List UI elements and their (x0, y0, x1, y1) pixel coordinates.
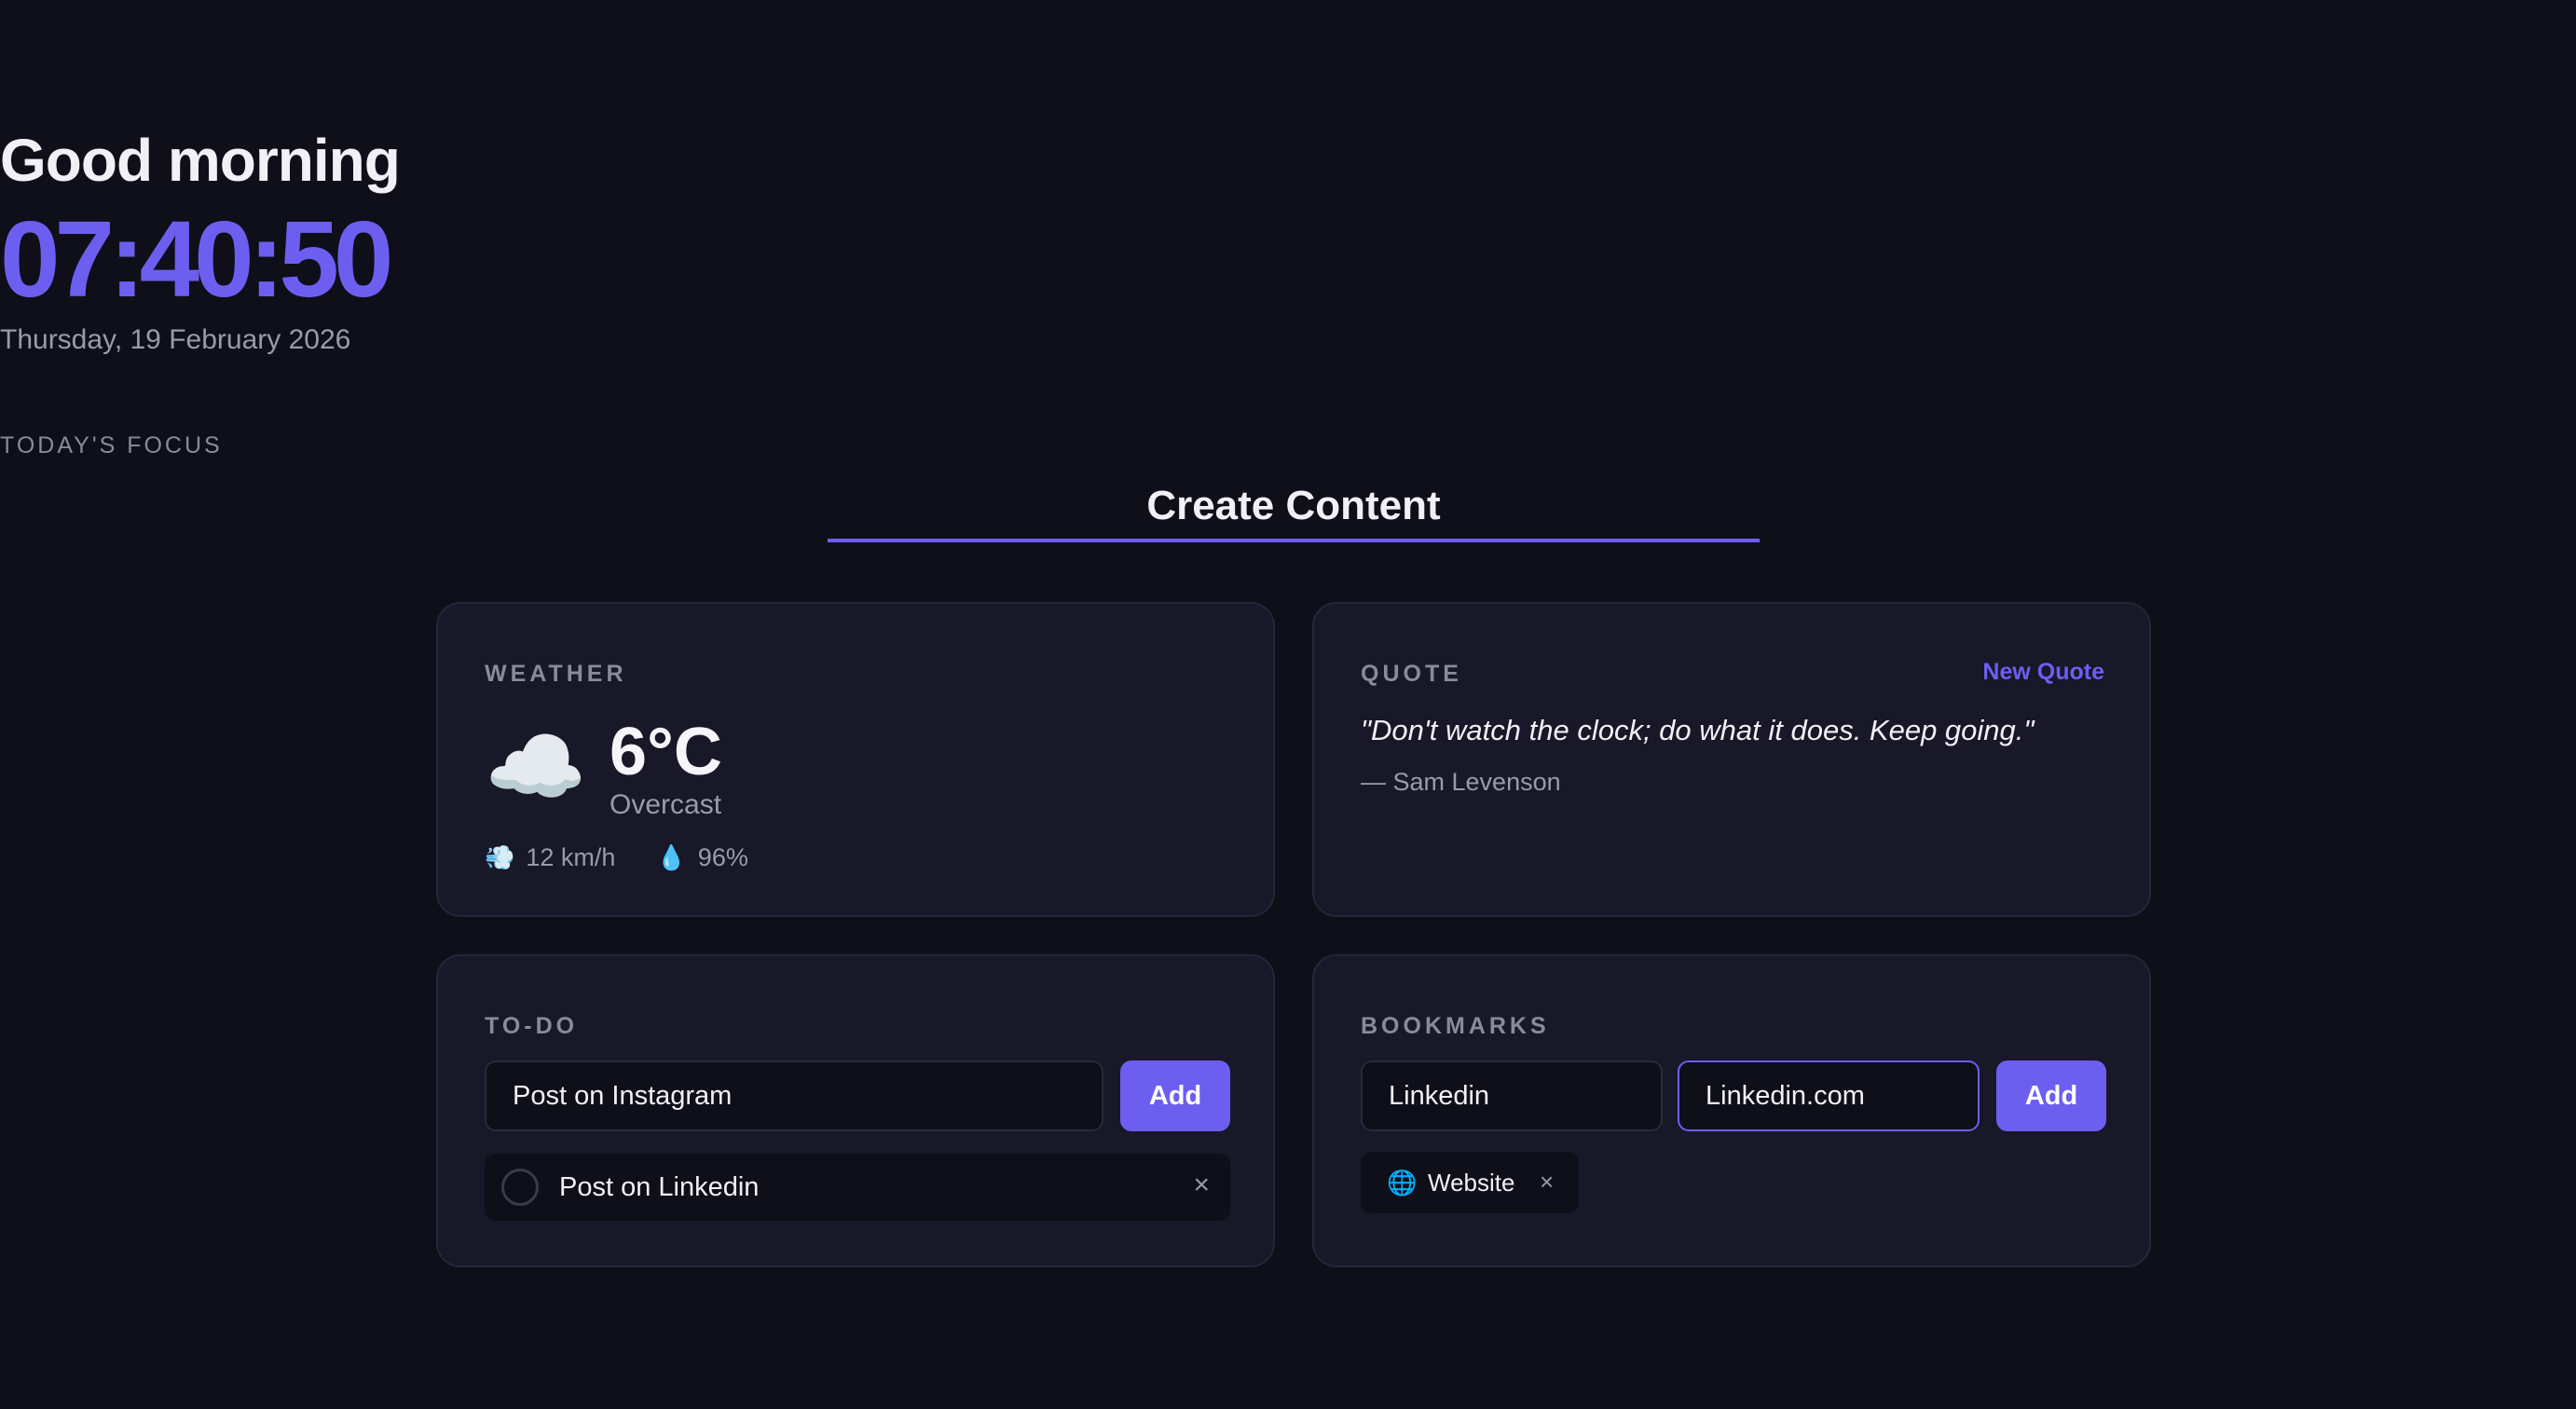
wind-icon: 💨 (485, 843, 515, 871)
humidity: 96% (697, 843, 748, 871)
quote-author: — Sam Levenson (1361, 768, 1561, 796)
close-icon[interactable]: × (1540, 1167, 1554, 1197)
bookmark-add-button[interactable]: Add (1996, 1060, 2106, 1131)
quote-title: QUOTE (1361, 661, 1462, 687)
todo-item-text: Post on Linkedin (559, 1172, 760, 1202)
globe-icon: 🌐 (1387, 1169, 1418, 1197)
quote-card: QUOTE New Quote "Don't watch the clock; … (1312, 602, 2151, 917)
todo-item: Post on Linkedin × (485, 1154, 1230, 1221)
bookmark-label: Website (1428, 1169, 1515, 1197)
close-icon[interactable]: × (1193, 1167, 1210, 1204)
greeting-text: Good morning (0, 127, 401, 194)
clock-display: 07:40:50 (0, 198, 393, 320)
bookmarks-title: BOOKMARKS (1361, 1013, 1550, 1039)
weather-condition: Overcast (610, 789, 722, 820)
todo-checkbox[interactable] (501, 1169, 539, 1206)
dashboard-page: Good morning 07:40:50 Thursday, 19 Febru… (0, 0, 2576, 1409)
weather-card: WEATHER ☁️ 6°C Overcast 💨 12 km/h 💧 96% (436, 602, 1275, 917)
weather-meta: 💨 12 km/h 💧 96% (485, 839, 748, 876)
todo-input[interactable] (485, 1060, 1103, 1131)
temperature: 6°C (610, 715, 722, 789)
todo-card: TO-DO Add Post on Linkedin × (436, 954, 1275, 1267)
bookmark-url-input[interactable] (1678, 1060, 1980, 1131)
wind-speed: 12 km/h (526, 843, 616, 871)
quote-text: "Don't watch the clock; do what it does.… (1361, 714, 2035, 746)
focus-input[interactable] (828, 473, 1760, 542)
todo-title: TO-DO (485, 1013, 579, 1039)
focus-label: TODAY'S FOCUS (0, 432, 223, 458)
bookmark-item[interactable]: 🌐 Website × (1361, 1152, 1579, 1213)
new-quote-button[interactable]: New Quote (1982, 656, 2104, 688)
date-display: Thursday, 19 February 2026 (0, 324, 351, 355)
cloud-icon: ☁️ (485, 720, 587, 813)
weather-title: WEATHER (485, 661, 627, 687)
droplet-icon: 💧 (656, 843, 687, 871)
todo-add-button[interactable]: Add (1120, 1060, 1230, 1131)
bookmark-name-input[interactable] (1361, 1060, 1663, 1131)
bookmarks-card: BOOKMARKS Add 🌐 Website × (1312, 954, 2151, 1267)
